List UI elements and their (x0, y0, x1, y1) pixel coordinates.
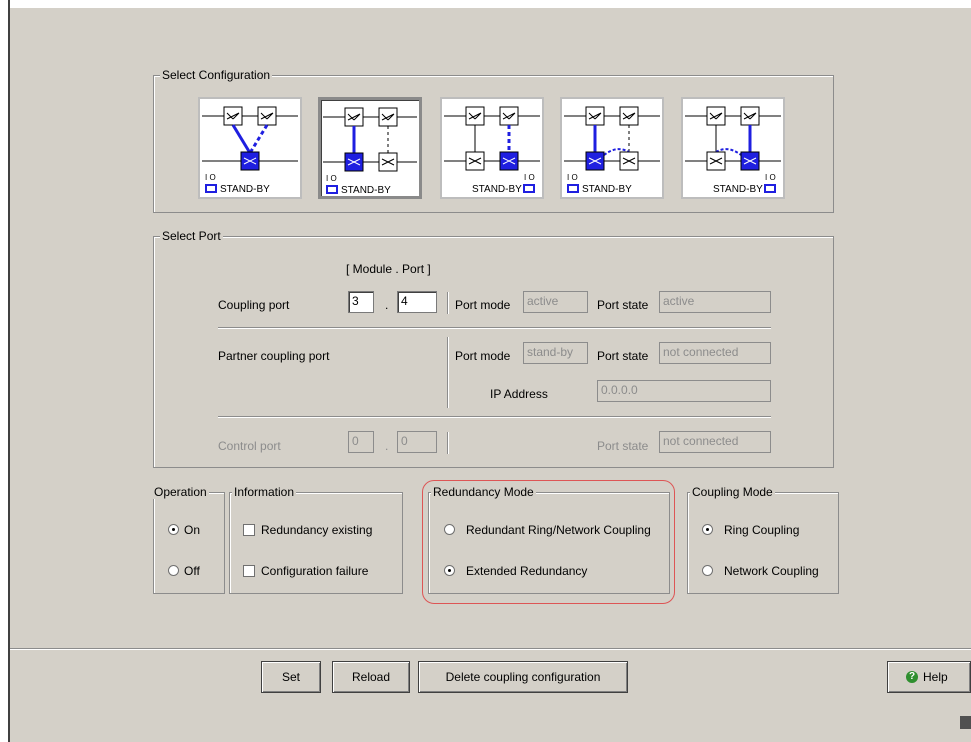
operation-group: Operation (152, 485, 225, 594)
control-port-state-field: not connected (659, 431, 771, 453)
separator-horizontal (218, 327, 771, 329)
partner-port-mode-label: Port mode (455, 349, 511, 363)
config-tile-1[interactable]: I O STAND-BY (198, 97, 302, 199)
config-standby-label: STAND-BY (341, 185, 391, 196)
configuration-failure-label: Configuration failure (261, 564, 369, 578)
redundancy-existing-checkbox (243, 524, 255, 536)
network-coupling-label[interactable]: Network Coupling (724, 564, 819, 578)
reload-button[interactable]: Reload (332, 661, 410, 693)
separator-vertical (447, 337, 449, 408)
help-icon: ? (906, 671, 918, 683)
config-io-label: I O (567, 173, 578, 182)
coupling-mode-group: Coupling Mode (687, 485, 839, 594)
top-border (0, 0, 971, 8)
ring-coupling-radio[interactable] (702, 524, 713, 535)
operation-legend: Operation (152, 485, 209, 499)
delete-coupling-configuration-label: Delete coupling configuration (445, 670, 601, 684)
coupling-port-state-label: Port state (597, 298, 649, 312)
operation-off-label[interactable]: Off (184, 564, 200, 578)
coupling-port-state-field: active (659, 291, 771, 313)
config-tile-5[interactable]: I O STAND-BY (681, 97, 785, 199)
config-diagram-icon (685, 106, 781, 193)
bottom-separator (10, 648, 971, 650)
control-port-label: Control port (218, 439, 281, 453)
config-tile-2[interactable]: I O STAND-BY (318, 97, 422, 199)
control-dot: . (385, 439, 389, 453)
coupling-port-label: Coupling port (218, 298, 290, 312)
information-legend: Information (232, 485, 297, 499)
select-configuration-legend: Select Configuration (160, 68, 273, 82)
redundancy-existing-label: Redundancy existing (261, 523, 373, 537)
redundancy-mode-highlight (422, 480, 675, 604)
module-port-header: [ Module . Port ] (346, 262, 431, 276)
config-standby-label: STAND-BY (582, 184, 632, 195)
separator-horizontal (218, 416, 771, 418)
config-diagram-icon (444, 106, 540, 193)
separator-vertical (447, 292, 449, 314)
config-standby-label: STAND-BY (472, 184, 522, 195)
coupling-dot: . (385, 298, 389, 312)
help-label: Help (923, 670, 948, 684)
config-io-label: I O (205, 173, 216, 182)
config-standby-label: STAND-BY (713, 184, 763, 195)
config-io-label: I O (524, 173, 535, 182)
config-tile-4[interactable]: I O STAND-BY (560, 97, 664, 199)
status-indicator-icon (960, 716, 971, 729)
coupling-port-mode-label: Port mode (455, 298, 511, 312)
delete-coupling-configuration-button[interactable]: Delete coupling configuration (418, 661, 628, 693)
coupling-port-input[interactable]: 4 (397, 291, 437, 313)
config-tile-3[interactable]: I O STAND-BY (440, 97, 544, 199)
operation-on-radio[interactable] (168, 524, 179, 535)
operation-off-radio[interactable] (168, 565, 179, 576)
partner-port-state-label: Port state (597, 349, 649, 363)
config-io-label: I O (326, 174, 337, 183)
help-button[interactable]: ? Help (887, 661, 971, 693)
left-divider (8, 0, 10, 742)
ring-coupling-label[interactable]: Ring Coupling (724, 523, 799, 537)
select-port-legend: Select Port (160, 229, 223, 243)
config-diagram-icon (564, 106, 660, 193)
config-standby-label: STAND-BY (220, 184, 270, 195)
configuration-failure-checkbox (243, 565, 255, 577)
partner-port-label: Partner coupling port (218, 349, 330, 363)
control-port-state-label: Port state (597, 439, 649, 453)
set-button[interactable]: Set (261, 661, 321, 693)
operation-on-label[interactable]: On (184, 523, 200, 537)
coupling-module-input[interactable]: 3 (348, 291, 374, 313)
separator-vertical (447, 432, 449, 454)
network-coupling-radio[interactable] (702, 565, 713, 576)
config-diagram-icon (202, 106, 298, 193)
control-module-input[interactable]: 0 (348, 431, 374, 453)
ip-address-label: IP Address (490, 387, 548, 401)
partner-port-state-field: not connected (659, 342, 771, 364)
information-group: Information (229, 485, 403, 594)
control-port-input[interactable]: 0 (397, 431, 437, 453)
coupling-mode-legend: Coupling Mode (690, 485, 775, 499)
coupling-port-mode-field: active (523, 291, 588, 313)
ip-address-field: 0.0.0.0 (597, 380, 771, 402)
config-io-label: I O (765, 173, 776, 182)
partner-port-mode-field: stand-by (523, 342, 588, 364)
